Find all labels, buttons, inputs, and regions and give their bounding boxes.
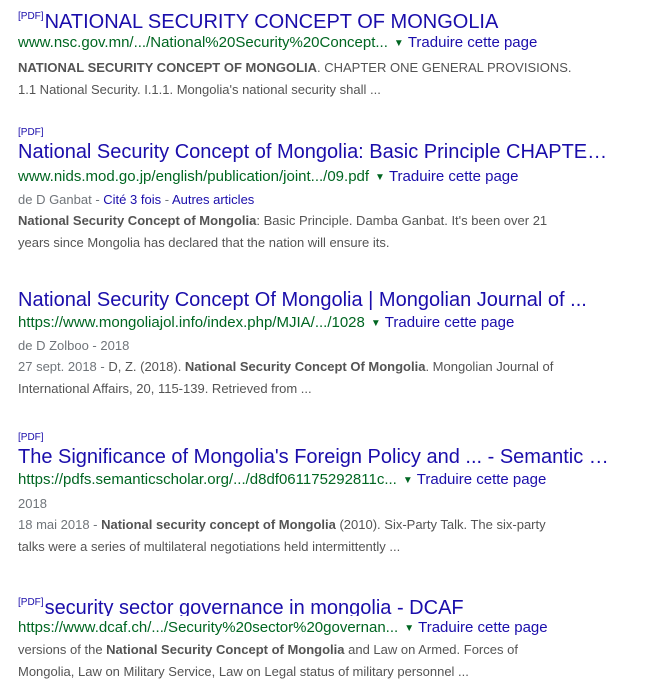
search-result: [PDF] The Significance of Mongolia's For… [18,432,638,558]
dropdown-caret-icon[interactable]: ▼ [375,168,385,188]
result-meta: de D Zolboo - 2018 [18,336,638,356]
translate-link[interactable]: Traduire cette page [417,471,547,488]
result-url: https://www.mongoliajol.info/index.php/M… [18,314,365,331]
result-url-line: https://www.mongoliajol.info/index.php/M… [18,313,638,333]
search-result: [PDF] National Security Concept of Mongo… [18,127,638,254]
dropdown-caret-icon[interactable]: ▼ [394,34,404,54]
snippet-text: : Basic Principle. Damba Ganbat. It's be… [256,213,548,228]
result-url: www.nids.mod.go.jp/english/publication/j… [18,168,370,185]
snippet-text: 1.1 National Security. I.1.1. Mongolia's… [18,82,381,97]
dropdown-caret-icon[interactable]: ▼ [403,471,413,491]
snippet-text: versions of the [18,642,107,657]
snippet-highlight: National security concept of Mongolia [101,517,336,532]
result-url-line: https://www.dcaf.ch/.../Security%20secto… [18,618,638,638]
result-url: www.nsc.gov.mn/.../National%20Security%2… [18,34,388,51]
cited-by-link[interactable]: Cité 3 fois [103,192,161,207]
search-results: [PDF]NATIONAL SECURITY CONCEPT OF MONGOL… [0,0,647,700]
search-result: National Security Concept Of Mongolia | … [18,287,638,400]
result-meta: de D Ganbat - Cité 3 fois - Autres artic… [18,190,638,210]
snippet-highlight: National Security Concept of Mongolia [106,642,345,657]
pdf-tag: [PDF] [18,11,44,22]
pdf-tag: [PDF] [18,127,44,138]
snippet-highlight: National Security Concept Of Mongolia [184,359,426,374]
result-title-link[interactable]: The Significance of Mongolia's Foreign P… [18,446,609,468]
snippet-highlight: NATIONAL SECURITY CONCEPT OF MONGOLIA [18,60,318,75]
result-title-link[interactable]: National Security Concept of Mongolia: B… [18,141,607,163]
result-title-line: National Security Concept of Mongolia: B… [18,139,638,165]
dropdown-caret-icon[interactable]: ▼ [371,314,381,334]
snippet-date: 27 sept. 2018 - [18,359,109,374]
result-url: https://www.dcaf.ch/.../Security%20secto… [18,619,399,636]
snippet-text: . Mongolian Journal of [425,359,554,374]
result-meta: 2018 [18,494,638,514]
result-title-line: National Security Concept Of Mongolia | … [18,287,638,313]
result-snippet: versions of the National Security Concep… [18,639,618,683]
snippet-text: (2010). Six-Party Talk. The six-party [335,517,546,532]
dropdown-caret-icon[interactable]: ▼ [404,619,414,639]
pdf-tag: [PDF] [18,432,44,443]
pdf-tag: [PDF] [18,597,44,608]
result-url: https://pdfs.semanticscholar.org/.../d8d… [18,471,397,488]
snippet-highlight: National Security Concept of Mongolia [18,213,257,228]
meta-author: de D Ganbat - [18,192,104,207]
translate-link[interactable]: Traduire cette page [389,168,519,185]
snippet-text: years since Mongolia has declared that t… [18,235,390,250]
result-title-link[interactable]: NATIONAL SECURITY CONCEPT OF MONGOLIA [45,11,499,30]
snippet-text: and Law on Armed. Forces of [344,642,518,657]
related-articles-link[interactable]: Autres articles [172,192,254,207]
translate-link[interactable]: Traduire cette page [418,619,548,636]
search-result: [PDF]security sector governance in mongo… [18,590,638,683]
snippet-text: D, Z. (2018). [108,359,185,374]
snippet-text: Mongolia, Law on Military Service, Law o… [18,664,469,679]
snippet-date: 18 mai 2018 - [18,517,102,532]
meta-separator: - [161,192,172,207]
result-title-line: [PDF]security sector governance in mongo… [18,590,638,616]
result-url-line: www.nsc.gov.mn/.../National%20Security%2… [18,33,638,53]
translate-link[interactable]: Traduire cette page [385,314,515,331]
search-result: [PDF]NATIONAL SECURITY CONCEPT OF MONGOL… [18,4,638,101]
result-snippet: 18 mai 2018 - National security concept … [18,514,618,558]
result-title-line: The Significance of Mongolia's Foreign P… [18,444,638,470]
meta-year: 2018 [18,496,47,511]
result-title-link[interactable]: security sector governance in mongolia -… [45,597,464,616]
result-title-line: [PDF]NATIONAL SECURITY CONCEPT OF MONGOL… [18,4,638,30]
snippet-text: talks were a series of multilateral nego… [18,539,401,554]
result-snippet: National Security Concept of Mongolia: B… [18,210,618,254]
result-snippet: 27 sept. 2018 - D, Z. (2018). National S… [18,356,618,400]
snippet-text: International Affairs, 20, 115-139. Retr… [18,381,312,396]
result-title-link[interactable]: National Security Concept Of Mongolia | … [18,289,587,311]
result-url-line: https://pdfs.semanticscholar.org/.../d8d… [18,470,638,490]
meta-author: de D Zolboo - 2018 [18,338,130,353]
result-url-line: www.nids.mod.go.jp/english/publication/j… [18,167,638,187]
translate-link[interactable]: Traduire cette page [408,34,538,51]
result-snippet: NATIONAL SECURITY CONCEPT OF MONGOLIA. C… [18,57,618,101]
snippet-text: . CHAPTER ONE GENERAL PROVISIONS. [317,60,572,75]
